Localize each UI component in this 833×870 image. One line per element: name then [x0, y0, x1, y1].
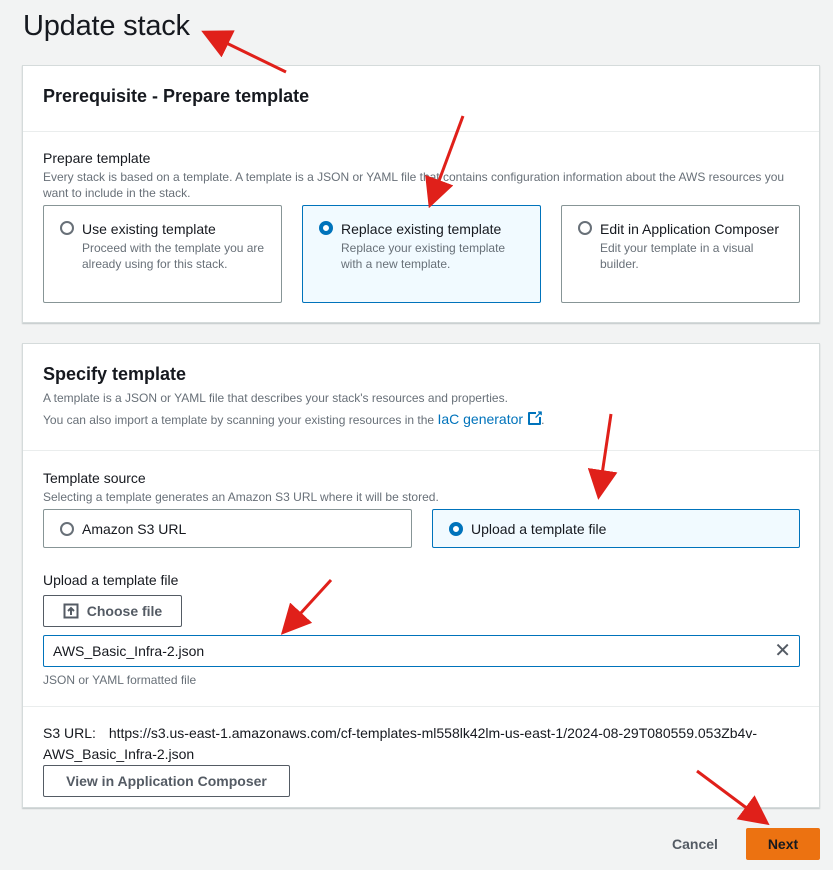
file-format-hint: JSON or YAML formatted file [43, 673, 197, 687]
page-title: Update stack [23, 10, 190, 42]
view-in-composer-label: View in Application Composer [66, 773, 267, 789]
upload-template-file-label: Upload a template file [43, 572, 179, 588]
iac-generator-prefix: You can also import a template by scanni… [43, 413, 435, 427]
iac-generator-link[interactable]: IaC generator [437, 411, 523, 427]
option-edit-in-application-composer[interactable]: Edit in Application Composer Edit your t… [561, 205, 800, 303]
option-title: Replace existing template [341, 221, 502, 237]
template-file-value: AWS_Basic_Infra-2.json [53, 643, 205, 659]
template-file-input[interactable]: AWS_Basic_Infra-2.json ✕ [43, 635, 800, 667]
source-amazon-s3-url[interactable]: Amazon S3 URL [43, 509, 412, 548]
option-description: Edit your template in a visual builder. [600, 241, 754, 271]
option-description: Proceed with the template you are alread… [82, 241, 265, 271]
specify-template-panel: Specify template A template is a JSON or… [22, 343, 820, 808]
source-upload-template-file[interactable]: Upload a template file [432, 509, 800, 548]
radio-amazon-s3-url[interactable] [60, 522, 74, 536]
divider [23, 450, 819, 451]
s3-url-row: S3 URL: https://s3.us-east-1.amazonaws.c… [43, 723, 803, 765]
iac-generator-line: You can also import a template by scanni… [43, 407, 803, 428]
s3-url-value-line2: AWS_Basic_Infra-2.json [43, 746, 195, 762]
s3-url-label: S3 URL: [43, 725, 96, 741]
template-source-description: Selecting a template generates an Amazon… [43, 490, 439, 504]
s3-url-value-line1: https://s3.us-east-1.amazonaws.com/cf-te… [108, 725, 758, 741]
radio-edit-in-composer[interactable] [578, 221, 592, 235]
template-source-label: Template source [43, 470, 146, 486]
option-title: Use existing template [82, 221, 216, 237]
external-link-icon[interactable] [528, 407, 543, 425]
prerequisite-heading: Prerequisite - Prepare template [43, 86, 310, 106]
prepare-template-label: Prepare template [43, 150, 151, 166]
prerequisite-header: Prerequisite - Prepare template [23, 66, 819, 132]
view-in-application-composer-button[interactable]: View in Application Composer [43, 765, 290, 797]
upload-icon [63, 603, 79, 619]
divider [23, 706, 819, 707]
cancel-button[interactable]: Cancel [660, 828, 730, 860]
prerequisite-panel: Prerequisite - Prepare template Prepare … [22, 65, 820, 323]
specify-template-description: A template is a JSON or YAML file that d… [43, 391, 508, 405]
specify-template-heading: Specify template [43, 364, 187, 384]
option-replace-existing-template[interactable]: Replace existing template Replace your e… [302, 205, 541, 303]
choose-file-button[interactable]: Choose file [43, 595, 182, 627]
option-use-existing-template[interactable]: Use existing template Proceed with the t… [43, 205, 282, 303]
radio-upload-template-file[interactable] [449, 522, 463, 536]
source-title: Upload a template file [471, 521, 607, 537]
source-title: Amazon S3 URL [82, 521, 187, 537]
radio-replace-existing[interactable] [319, 221, 333, 235]
next-button[interactable]: Next [746, 828, 820, 860]
prepare-template-description: Every stack is based on a template. A te… [43, 170, 785, 200]
clear-icon[interactable]: ✕ [774, 641, 791, 661]
option-title: Edit in Application Composer [600, 221, 779, 237]
radio-use-existing[interactable] [60, 221, 74, 235]
option-description: Replace your existing template with a ne… [341, 241, 506, 271]
choose-file-label: Choose file [86, 603, 163, 619]
specify-template-header: Specify template A template is a JSON or… [43, 364, 803, 428]
